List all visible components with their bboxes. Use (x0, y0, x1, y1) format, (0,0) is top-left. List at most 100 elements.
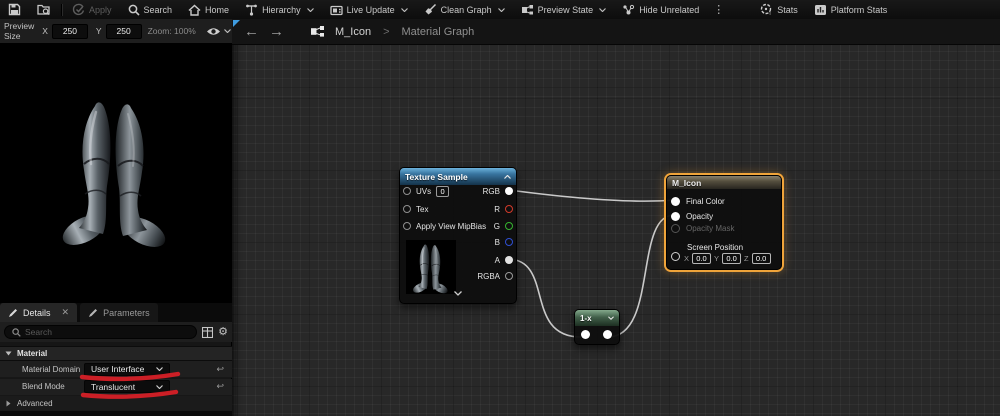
preview-x-input[interactable] (51, 23, 88, 39)
sp-z-label: Z (744, 254, 749, 263)
material-preview-viewport[interactable] (0, 44, 232, 303)
hide-unrelated-label: Hide Unrelated (639, 4, 700, 15)
home-label: Home (205, 4, 230, 15)
save-button[interactable] (0, 0, 29, 19)
platform-stats-icon (814, 4, 826, 15)
input-row-mipbias: Apply View MipBias (403, 218, 486, 234)
output-row-b: B (495, 234, 513, 250)
preview-y-input[interactable] (105, 23, 142, 39)
eye-icon (206, 27, 220, 35)
sp-z-value[interactable]: 0.0 (751, 253, 771, 264)
pin-oneminus-output[interactable] (603, 330, 612, 339)
pin-rgb[interactable] (505, 187, 513, 195)
node-texture-sample[interactable]: Texture Sample UVs 0 Tex Apply View MipB… (399, 167, 517, 304)
tab-parameters[interactable]: Parameters (80, 303, 158, 322)
stats-button[interactable]: i Stats (752, 0, 806, 19)
node-one-minus[interactable]: 1-x (574, 309, 620, 345)
forward-icon[interactable]: → (269, 24, 284, 39)
collapse-icon[interactable] (504, 174, 511, 179)
pin-apply-view-mipbias[interactable] (403, 222, 411, 230)
screen-position-fields: X 0.0 Y 0.0 Z 0.0 (684, 253, 771, 264)
input-row-tex: Tex (403, 201, 428, 217)
material-domain-dropdown[interactable]: User Interface (84, 362, 170, 376)
home-button[interactable]: Home (180, 0, 237, 19)
node-one-minus-title: 1-x (580, 313, 592, 323)
chevron-down-icon[interactable] (608, 316, 614, 320)
pin-r[interactable] (505, 205, 513, 213)
view-options-button[interactable] (206, 27, 231, 36)
expand-icon[interactable] (400, 283, 516, 301)
property-row-blend-mode: Blend Mode Translucent ↩ (0, 378, 232, 396)
category-material[interactable]: Material (0, 346, 232, 361)
caret-right-icon (6, 400, 11, 407)
node-one-minus-header[interactable]: 1-x (575, 310, 619, 326)
details-search-input[interactable] (25, 327, 190, 337)
material-domain-value: User Interface (91, 364, 145, 374)
tab-parameters-label: Parameters (103, 307, 150, 318)
blend-mode-dropdown[interactable]: Translucent (84, 380, 170, 393)
browse-button[interactable] (29, 0, 59, 19)
node-m-icon-result[interactable]: M_Icon Final Color Opacity Opacity Mask … (666, 175, 782, 270)
pin-opacity[interactable] (671, 212, 680, 221)
details-bottom-strip (0, 411, 232, 416)
output-row-rgba: RGBA (477, 268, 513, 284)
material-graph-canvas[interactable]: Texture Sample UVs 0 Tex Apply View MipB… (232, 45, 1000, 416)
wire-a-to-oneminus (508, 258, 582, 338)
output-row-rgb: RGB (483, 183, 513, 199)
sp-y-value[interactable]: 0.0 (722, 253, 742, 264)
preview-state-label: Preview State (537, 4, 594, 15)
opacity-mask-label: Opacity Mask (686, 224, 735, 233)
pin-opacity-mask[interactable] (671, 224, 680, 233)
reset-to-default-icon[interactable]: ↩ (216, 381, 224, 392)
rgb-label: RGB (482, 186, 500, 196)
live-update-dropdown[interactable]: Live Update (322, 0, 416, 19)
hierarchy-dropdown[interactable]: Hierarchy (237, 0, 322, 19)
pin-tex[interactable] (403, 205, 411, 213)
preview-state-dropdown[interactable]: Preview State (513, 0, 615, 19)
platform-stats-button[interactable]: Platform Stats (806, 0, 896, 19)
details-search-box[interactable] (4, 325, 198, 339)
close-icon[interactable]: ✕ (62, 307, 70, 318)
clean-graph-dropdown[interactable]: Clean Graph (416, 0, 513, 19)
hierarchy-label: Hierarchy (262, 4, 301, 15)
chevron-down-icon (306, 7, 314, 12)
pin-row-opacity-mask: Opacity Mask (671, 221, 734, 236)
gear-icon[interactable]: ⚙ (218, 326, 228, 338)
breadcrumb-separator: > (383, 25, 390, 38)
pin-oneminus-input[interactable] (581, 330, 590, 339)
pin-rgba[interactable] (505, 272, 513, 280)
clean-graph-label: Clean Graph (440, 4, 492, 15)
breadcrumb-view[interactable]: Material Graph (402, 26, 475, 38)
pencil-icon (89, 308, 98, 317)
sp-x-label: X (684, 254, 690, 263)
breadcrumb-asset[interactable]: M_Icon (335, 26, 371, 38)
back-icon[interactable]: ← (244, 24, 259, 39)
category-advanced[interactable]: Advanced (0, 396, 232, 411)
table-view-icon[interactable] (202, 326, 214, 338)
pin-screen-position[interactable] (671, 252, 680, 261)
node-m-icon-header[interactable]: M_Icon (667, 176, 781, 189)
stats-icon: i (761, 3, 772, 16)
uvs-value-box[interactable]: 0 (436, 185, 450, 197)
reset-to-default-icon[interactable]: ↩ (216, 364, 224, 375)
preview-mesh-boots (56, 101, 172, 255)
pin-final-color[interactable] (671, 197, 680, 206)
apply-button[interactable]: Apply (64, 0, 120, 19)
sp-x-value[interactable]: 0.0 (692, 253, 712, 264)
svg-text:i: i (770, 11, 771, 16)
pin-g[interactable] (505, 222, 513, 230)
uvs-label: UVs (416, 186, 432, 196)
hide-unrelated-options-button[interactable]: ⋮ (707, 3, 730, 16)
hide-unrelated-button[interactable]: Hide Unrelated (614, 0, 707, 19)
apply-label: Apply (89, 4, 112, 15)
tab-details[interactable]: Details ✕ (0, 303, 78, 322)
details-tab-bar: Details ✕ Parameters (0, 303, 232, 322)
search-button[interactable]: Search (120, 0, 181, 19)
pin-a[interactable] (505, 256, 513, 264)
active-tab-corner-marker (233, 20, 240, 27)
node-one-minus-body (575, 325, 619, 344)
pin-b[interactable] (505, 238, 513, 246)
preview-state-icon (521, 4, 533, 14)
pin-uvs[interactable] (403, 187, 411, 195)
category-advanced-label: Advanced (17, 399, 53, 408)
